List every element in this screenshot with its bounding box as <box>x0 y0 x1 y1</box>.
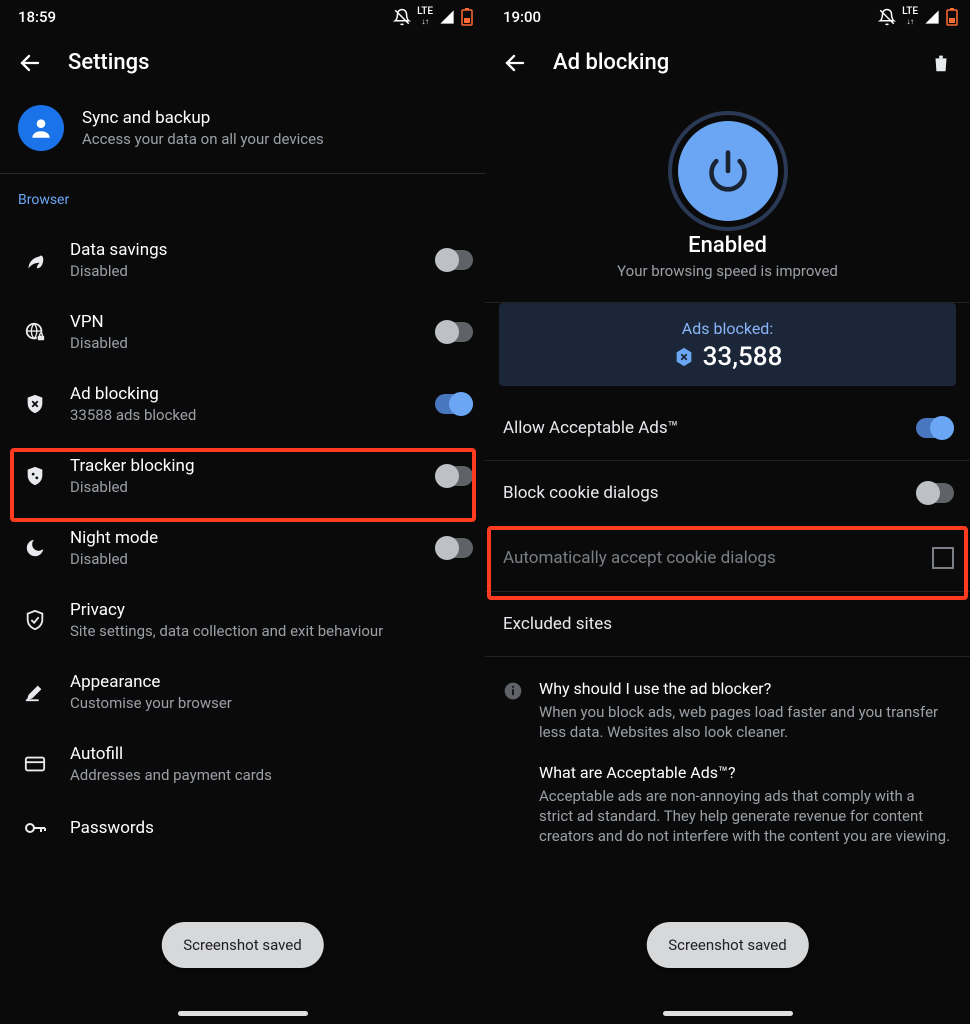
back-arrow-icon[interactable] <box>18 51 42 75</box>
header: Ad blocking <box>485 30 970 91</box>
shield-steps-icon <box>24 465 46 487</box>
row-title: VPN <box>70 312 417 332</box>
toggle-vpn[interactable] <box>435 322 473 342</box>
checkbox-auto-accept <box>932 547 954 569</box>
clock: 19:00 <box>503 8 541 26</box>
row-title: Night mode <box>70 528 417 548</box>
globe-lock-icon <box>24 321 46 343</box>
notification-off-icon <box>878 8 896 26</box>
row-sub: Disabled <box>70 262 417 280</box>
info-why: Why should I use the ad blocker? When yo… <box>485 657 970 747</box>
leaf-icon <box>24 249 46 271</box>
clock: 18:59 <box>18 8 56 26</box>
row-ad-blocking[interactable]: Ad blocking 33588 ads blocked <box>0 368 485 440</box>
row-label: Allow Acceptable Ads™ <box>503 418 678 438</box>
row-sub: 33588 ads blocked <box>70 406 417 424</box>
adblock-screen: 19:00 LTE↓↑ Ad blocking Enabled Your bro… <box>485 0 970 1024</box>
row-label: Block cookie dialogs <box>503 483 659 503</box>
nav-bar[interactable] <box>663 1011 793 1016</box>
moon-icon <box>24 537 46 559</box>
row-autofill[interactable]: Autofill Addresses and payment cards <box>0 728 485 800</box>
row-allow-acceptable-ads[interactable]: Allow Acceptable Ads™ <box>485 396 970 460</box>
row-privacy[interactable]: Privacy Site settings, data collection a… <box>0 584 485 656</box>
hex-x-icon <box>673 346 695 368</box>
row-sub: Disabled <box>70 478 417 496</box>
row-title: Tracker blocking <box>70 456 417 476</box>
row-sub: Site settings, data collection and exit … <box>70 622 473 640</box>
signal-icon <box>439 9 455 25</box>
shield-check-icon <box>24 609 46 631</box>
toast: Screenshot saved <box>646 922 808 968</box>
toggle-tracker[interactable] <box>435 466 473 486</box>
row-block-cookie[interactable]: Block cookie dialogs <box>485 461 970 525</box>
row-passwords[interactable]: Passwords <box>0 800 485 870</box>
row-title: Appearance <box>70 672 473 692</box>
row-sub: Addresses and payment cards <box>70 766 473 784</box>
row-night[interactable]: Night mode Disabled <box>0 512 485 584</box>
row-appearance[interactable]: Appearance Customise your browser <box>0 656 485 728</box>
status-bar: 18:59 LTE↓↑ <box>0 0 485 30</box>
battery-icon <box>461 8 473 26</box>
row-title: Passwords <box>70 818 473 838</box>
toggle-ad-blocking[interactable] <box>435 394 473 414</box>
battery-icon <box>946 8 958 26</box>
power-icon <box>706 149 750 193</box>
settings-screen: 18:59 LTE↓↑ Settings Sync and backup Acc… <box>0 0 485 1024</box>
header: Settings <box>0 30 485 91</box>
info-answer: Acceptable ads are non-annoying ads that… <box>539 786 952 847</box>
card-icon <box>24 753 46 775</box>
enabled-title: Enabled <box>485 233 970 258</box>
lte-indicator: LTE↓↑ <box>902 7 918 27</box>
key-icon <box>23 816 47 840</box>
row-sub: Disabled <box>70 334 417 352</box>
trash-icon[interactable] <box>930 52 952 74</box>
back-arrow-icon[interactable] <box>503 51 527 75</box>
toggle-allow-ads[interactable] <box>916 418 954 438</box>
row-excluded-sites[interactable]: Excluded sites <box>485 592 970 656</box>
info-question: What are Acceptable Ads™? <box>539 763 952 782</box>
row-tracker[interactable]: Tracker blocking Disabled <box>0 440 485 512</box>
row-label: Excluded sites <box>503 614 612 634</box>
row-data-savings[interactable]: Data savings Disabled <box>0 224 485 296</box>
notification-off-icon <box>393 8 411 26</box>
sync-title: Sync and backup <box>82 108 324 128</box>
row-title: Ad blocking <box>70 384 417 404</box>
row-title: Autofill <box>70 744 473 764</box>
sync-sub: Access your data on all your devices <box>82 130 324 148</box>
ads-blocked-card: Ads blocked: 33,588 <box>499 303 956 386</box>
row-sub: Customise your browser <box>70 694 473 712</box>
ads-label: Ads blocked: <box>499 319 956 338</box>
toggle-block-cookie[interactable] <box>916 483 954 503</box>
page-title: Settings <box>68 50 149 75</box>
status-bar: 19:00 LTE↓↑ <box>485 0 970 30</box>
row-title: Privacy <box>70 600 473 620</box>
lte-indicator: LTE↓↑ <box>417 7 433 27</box>
enabled-sub: Your browsing speed is improved <box>485 262 970 280</box>
toast: Screenshot saved <box>161 922 323 968</box>
toggle-night[interactable] <box>435 538 473 558</box>
divider <box>0 173 485 174</box>
brush-icon <box>24 681 46 703</box>
avatar-icon <box>18 105 64 151</box>
shield-x-icon <box>24 393 46 415</box>
power-button[interactable] <box>678 121 778 221</box>
section-label: Browser <box>0 188 485 224</box>
info-question: Why should I use the ad blocker? <box>539 679 952 698</box>
row-auto-accept-cookie: Automatically accept cookie dialogs <box>485 525 970 591</box>
toggle-data-savings[interactable] <box>435 250 473 270</box>
row-title: Data savings <box>70 240 417 260</box>
ads-count: 33,588 <box>703 342 783 372</box>
info-acceptable: What are Acceptable Ads™? Acceptable ads… <box>485 747 970 851</box>
signal-icon <box>924 9 940 25</box>
row-label: Automatically accept cookie dialogs <box>503 548 776 568</box>
row-vpn[interactable]: VPN Disabled <box>0 296 485 368</box>
nav-bar[interactable] <box>178 1011 308 1016</box>
info-icon <box>503 681 523 701</box>
sync-row[interactable]: Sync and backup Access your data on all … <box>0 91 485 173</box>
row-sub: Disabled <box>70 550 417 568</box>
page-title: Ad blocking <box>553 50 669 75</box>
info-answer: When you block ads, web pages load faste… <box>539 702 952 743</box>
